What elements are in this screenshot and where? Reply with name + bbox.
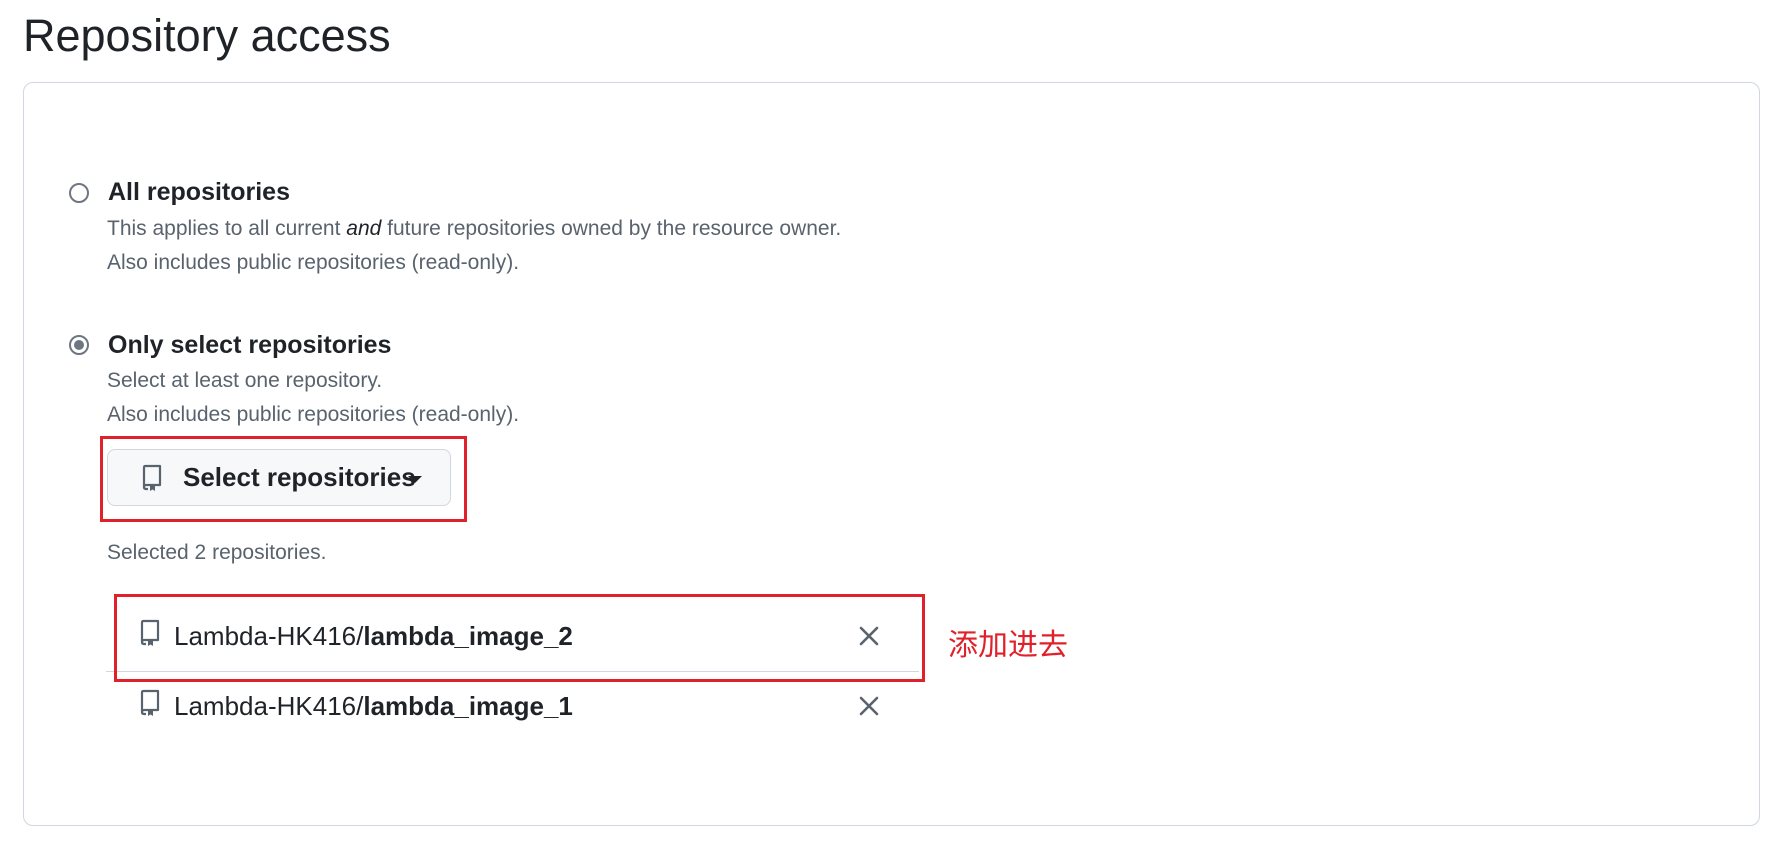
repo-icon: [138, 689, 162, 722]
repo-icon: [140, 464, 164, 497]
selected-count-text: Selected 2 repositories.: [107, 541, 327, 564]
all-repositories-label[interactable]: All repositories: [108, 178, 290, 207]
page-title: Repository access: [23, 10, 391, 61]
close-icon[interactable]: [856, 623, 882, 649]
select-repositories-button[interactable]: Select repositories: [107, 449, 451, 506]
repo-icon: [138, 619, 162, 652]
select-repositories-label: Select repositories: [183, 462, 416, 492]
annotation-text: 添加进去: [948, 629, 1068, 662]
all-repositories-description: This applies to all current and future r…: [107, 217, 842, 240]
repo-name: Lambda-HK416/lambda_image_2: [174, 621, 573, 651]
repo-name: Lambda-HK416/lambda_image_1: [174, 691, 573, 721]
only-select-public-note: Also includes public repositories (read-…: [107, 403, 520, 426]
only-select-repositories-radio[interactable]: [69, 335, 89, 355]
all-repositories-radio[interactable]: [69, 183, 89, 203]
only-select-description: Select at least one repository.: [107, 369, 383, 392]
list-item: Lambda-HK416/lambda_image_1: [106, 671, 919, 741]
all-repositories-public-note: Also includes public repositories (read-…: [107, 251, 520, 274]
close-icon[interactable]: [856, 693, 882, 719]
list-item: Lambda-HK416/lambda_image_2: [106, 601, 919, 672]
caret-down-icon: [408, 476, 422, 483]
only-select-repositories-label[interactable]: Only select repositories: [108, 331, 391, 360]
